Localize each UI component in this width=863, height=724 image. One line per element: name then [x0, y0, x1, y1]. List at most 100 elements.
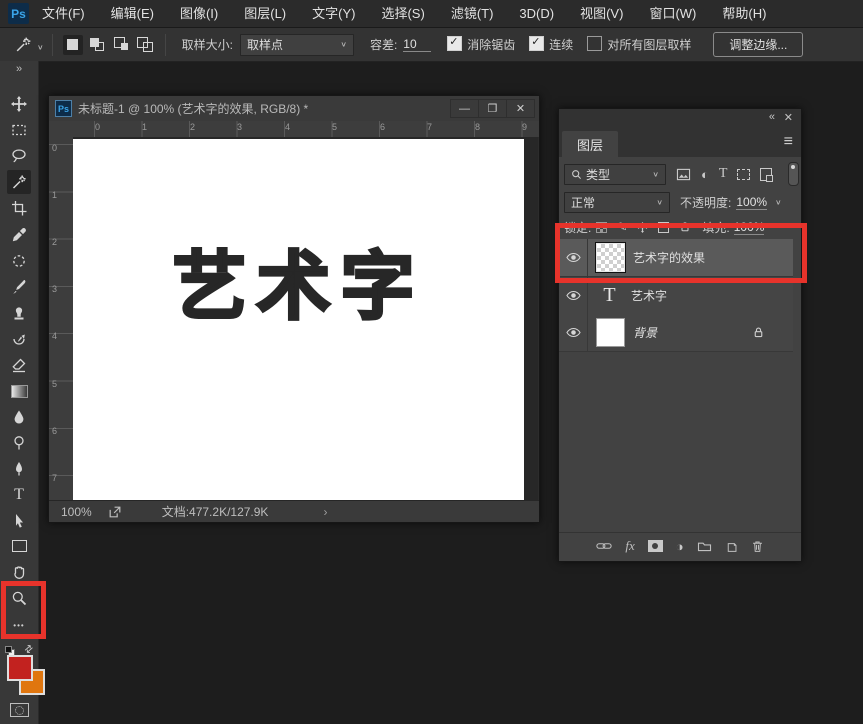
collapse-panel-icon[interactable]: « — [769, 111, 773, 123]
spot-healing-brush-tool[interactable] — [7, 249, 31, 273]
lock-artboard-icon[interactable] — [658, 222, 669, 233]
contiguous-checkbox[interactable]: 连续 — [529, 36, 573, 53]
toolbar-collapse-icon[interactable]: » — [16, 63, 22, 75]
close-panel-icon[interactable]: ✕ — [784, 111, 793, 124]
filter-type-dropdown[interactable]: 类型 ∨ — [564, 164, 666, 185]
dodge-tool[interactable] — [7, 431, 31, 455]
layer-style-icon[interactable]: fx — [625, 538, 634, 554]
layer-name[interactable]: 艺术字 — [631, 287, 667, 304]
menu-layer[interactable]: 图层(L) — [231, 0, 299, 27]
visibility-toggle[interactable] — [559, 314, 588, 351]
gradient-tool[interactable] — [7, 379, 31, 403]
crop-tool[interactable] — [7, 196, 31, 220]
menu-select[interactable]: 选择(S) — [368, 0, 437, 27]
rect-marquee-tool[interactable] — [7, 118, 31, 142]
visibility-toggle[interactable] — [559, 277, 588, 314]
document-title-bar[interactable]: Ps 未标题-1 @ 100% (艺术字的效果, RGB/8) * — ❐ ✕ — [49, 96, 539, 122]
link-layers-icon[interactable] — [596, 540, 612, 552]
maximize-button[interactable]: ❐ — [478, 100, 506, 117]
clone-stamp-tool[interactable] — [7, 301, 31, 325]
visibility-toggle[interactable] — [559, 239, 588, 276]
menu-file[interactable]: 文件(F) — [29, 0, 98, 27]
pen-tool[interactable] — [7, 457, 31, 481]
sample-size-dropdown[interactable]: 取样点∨ — [240, 34, 354, 56]
layers-tab[interactable]: 图层 — [562, 131, 618, 157]
panel-tab-bar: 图层 ≡ — [559, 128, 801, 157]
menu-filter[interactable]: 滤镜(T) — [438, 0, 507, 27]
add-mask-icon[interactable] — [648, 540, 663, 552]
menu-image[interactable]: 图像(I) — [167, 0, 231, 27]
lock-all-icon[interactable] — [679, 221, 691, 233]
eyedropper-tool[interactable] — [7, 223, 31, 247]
layer-row-background[interactable]: 背景 — [559, 314, 793, 352]
lock-transparent-icon[interactable] — [596, 222, 607, 233]
layer-row-effect[interactable]: 艺术字的效果 — [559, 239, 793, 277]
new-layer-icon[interactable] — [725, 540, 738, 553]
panel-header: « ✕ — [559, 109, 801, 128]
fill-value[interactable]: 100% — [734, 220, 765, 235]
opacity-value[interactable]: 100% — [736, 195, 767, 210]
intersect-selection-button[interactable] — [135, 35, 155, 55]
status-chevron[interactable]: › — [323, 505, 327, 519]
rectangle-tool[interactable] — [7, 534, 31, 558]
magic-wand-tool-preset[interactable]: ∨ — [14, 36, 44, 53]
sample-all-layers-checkbox[interactable]: 对所有图层取样 — [587, 36, 691, 53]
blend-mode-dropdown[interactable]: 正常∨ — [564, 192, 670, 213]
hand-tool[interactable] — [7, 560, 31, 584]
edit-toolbar-button[interactable]: ••• — [7, 613, 31, 637]
delete-layer-icon[interactable] — [751, 540, 764, 553]
foreground-color-swatch[interactable] — [7, 655, 33, 681]
menu-3d[interactable]: 3D(D) — [506, 0, 567, 27]
layer-row-text[interactable]: T 艺术字 — [559, 277, 793, 315]
document-window: Ps 未标题-1 @ 100% (艺术字的效果, RGB/8) * — ❐ ✕ … — [48, 95, 540, 523]
quick-mask-button[interactable] — [10, 703, 29, 717]
layer-name[interactable]: 背景 — [633, 324, 657, 341]
lock-position-icon[interactable] — [637, 222, 648, 233]
menu-view[interactable]: 视图(V) — [567, 0, 636, 27]
new-group-icon[interactable] — [697, 540, 712, 552]
menu-edit[interactable]: 编辑(E) — [98, 0, 167, 27]
filter-shape-icon[interactable] — [737, 169, 750, 180]
close-button[interactable]: ✕ — [506, 100, 534, 117]
type-tool[interactable]: T — [7, 483, 31, 507]
menu-window[interactable]: 窗口(W) — [636, 0, 709, 27]
filter-adjustment-icon[interactable]: ◐ — [701, 167, 709, 182]
default-colors-icon[interactable] — [5, 646, 13, 654]
adjustment-layer-icon[interactable]: ◑ — [676, 539, 684, 554]
lasso-tool[interactable] — [7, 144, 31, 168]
share-icon[interactable] — [108, 505, 122, 519]
refine-edge-button[interactable]: 调整边缘... — [713, 32, 803, 57]
menu-help[interactable]: 帮助(H) — [709, 0, 779, 27]
background-thumbnail[interactable] — [596, 318, 625, 347]
layers-footer: fx ◑ — [559, 532, 801, 559]
minimize-button[interactable]: — — [451, 100, 478, 117]
filter-type-layers-icon[interactable]: T — [719, 166, 728, 182]
zoom-level[interactable]: 100% — [61, 505, 92, 519]
tool-preset-caret[interactable]: ∨ — [37, 43, 44, 52]
layer-name[interactable]: 艺术字的效果 — [633, 249, 705, 266]
canvas[interactable]: 艺术字 — [73, 139, 524, 501]
text-layer-thumbnail[interactable]: T — [596, 282, 623, 309]
move-tool[interactable] — [7, 92, 31, 116]
filter-toggle-pin[interactable] — [788, 162, 799, 186]
new-selection-button[interactable] — [63, 35, 83, 55]
lock-pixels-icon[interactable]: ✎ — [617, 220, 627, 234]
path-select-tool[interactable] — [7, 509, 31, 533]
add-to-selection-button[interactable] — [87, 35, 107, 55]
eraser-tool[interactable] — [7, 353, 31, 377]
panel-menu-icon[interactable]: ≡ — [784, 133, 793, 151]
layer-thumbnail[interactable] — [596, 243, 625, 272]
eye-icon — [566, 252, 581, 263]
menu-type[interactable]: 文字(Y) — [299, 0, 368, 27]
subtract-selection-button[interactable] — [111, 35, 131, 55]
tolerance-input[interactable]: 10 — [403, 37, 431, 52]
magic-wand-tool[interactable] — [7, 170, 31, 194]
brush-tool[interactable] — [7, 275, 31, 299]
opacity-caret[interactable]: ∨ — [775, 198, 782, 207]
blur-tool[interactable] — [7, 405, 31, 429]
filter-smart-object-icon[interactable] — [760, 168, 772, 181]
history-brush-tool[interactable] — [7, 327, 31, 351]
filter-pixel-icon[interactable] — [676, 168, 691, 181]
zoom-tool[interactable] — [7, 586, 31, 610]
antialias-checkbox[interactable]: 消除锯齿 — [447, 36, 515, 53]
